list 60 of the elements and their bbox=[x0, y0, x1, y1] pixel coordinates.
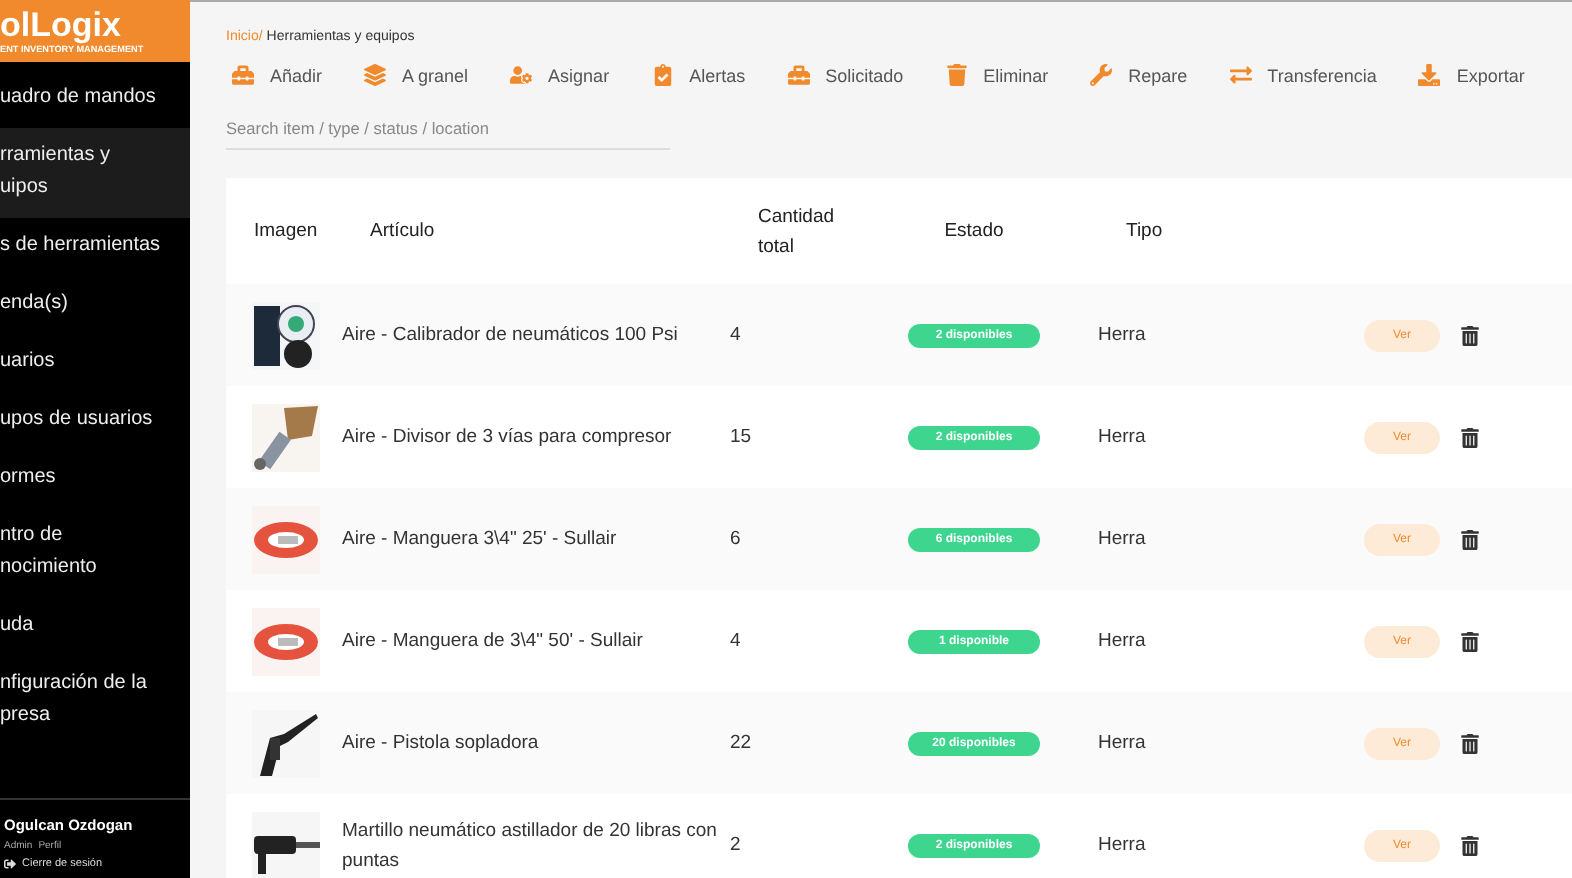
table-cell-text: Aire - Calibrador de neumáticos 100 Psi bbox=[342, 322, 680, 350]
table-cell-text: 15 bbox=[730, 424, 754, 452]
toolbar-button[interactable]: Alertas bbox=[651, 64, 746, 86]
sidebar-item[interactable]: rramientas y uipos bbox=[0, 128, 190, 218]
sidebar-item[interactable]: s de herramientas bbox=[0, 218, 190, 276]
sidebar-item[interactable]: enda(s) bbox=[0, 276, 190, 334]
trash-icon[interactable] bbox=[1460, 631, 1480, 651]
table-cell-text: 2 bbox=[730, 832, 743, 860]
layers-icon bbox=[364, 64, 387, 86]
logout-icon bbox=[4, 858, 16, 870]
column-header: Imagen bbox=[252, 218, 320, 246]
toolbar-button[interactable]: Añadir bbox=[232, 64, 323, 86]
table-cell-text: Aire - Divisor de 3 vías para compresor bbox=[342, 424, 674, 452]
user-gear-icon bbox=[510, 64, 533, 86]
sidebar-item[interactable]: nfiguración de la presa bbox=[0, 656, 190, 746]
download-icon bbox=[1418, 64, 1441, 86]
toolbar-button[interactable]: Solicitado bbox=[787, 64, 904, 86]
sidebar-item[interactable]: ntro de nocimiento bbox=[0, 508, 190, 598]
toolbar-button[interactable]: Eliminar bbox=[945, 64, 1049, 86]
clipboard-icon bbox=[651, 64, 674, 86]
table-cell-text: Aire - Pistola sopladora bbox=[342, 730, 541, 758]
wrench-icon bbox=[1090, 64, 1113, 86]
trash-icon[interactable] bbox=[1460, 325, 1480, 345]
toolbox-icon bbox=[232, 64, 254, 86]
table-cell-text: Herra bbox=[1098, 730, 1148, 758]
toolbar-button[interactable]: Repare bbox=[1090, 64, 1188, 86]
table-cell-text: Herra bbox=[1098, 424, 1148, 452]
trash-icon[interactable] bbox=[1460, 529, 1480, 549]
table-cell-text: Herra bbox=[1098, 526, 1148, 554]
arrows-icon bbox=[1229, 64, 1252, 86]
table-cell-text: Herra bbox=[1098, 832, 1148, 860]
table-cell-text: Herra bbox=[1098, 322, 1148, 350]
column-header: Tipo bbox=[1124, 218, 1165, 246]
column-header: Cantidad total bbox=[756, 203, 837, 261]
toolbar-button[interactable]: A granel bbox=[364, 64, 469, 86]
trash-icon[interactable] bbox=[1460, 733, 1480, 753]
table-cell-text: Martillo neumático astillador de 20 libras con puntas bbox=[342, 817, 719, 875]
table-cell-text: Herra bbox=[1098, 628, 1148, 656]
search-field[interactable]: Search item / type / status / location bbox=[226, 110, 670, 150]
column-header: Artículo bbox=[368, 218, 437, 246]
sidebar-item[interactable]: uadro de mandos bbox=[0, 70, 190, 128]
trash-icon[interactable] bbox=[1460, 835, 1480, 855]
brand-logo: olLogix bbox=[0, 8, 123, 44]
toolbar-button[interactable]: Exportar bbox=[1418, 64, 1525, 86]
toolbar-button[interactable]: Transferencia bbox=[1229, 64, 1377, 86]
sidebar-item[interactable]: uarios bbox=[0, 334, 190, 392]
table-cell-text: Aire - Manguera 3\4" 25' - Sullair bbox=[342, 526, 619, 554]
sidebar-item[interactable]: uda bbox=[0, 598, 190, 656]
column-header: Estado bbox=[942, 218, 1006, 246]
toolbar-button[interactable]: Asignar bbox=[510, 64, 610, 86]
table-cell-text: 6 bbox=[730, 526, 743, 554]
sidebar-item[interactable]: upos de usuarios bbox=[0, 392, 190, 450]
trash-icon bbox=[945, 64, 968, 86]
table-cell-text: 4 bbox=[730, 628, 743, 656]
toolbox-icon bbox=[787, 64, 810, 86]
table-cell-text: 22 bbox=[730, 730, 754, 758]
table-cell-text: Aire - Manguera de 3\4" 50' - Sullair bbox=[342, 628, 645, 656]
sidebar-item[interactable]: ormes bbox=[0, 450, 190, 508]
trash-icon[interactable] bbox=[1460, 427, 1480, 447]
table-cell-text: 4 bbox=[730, 322, 743, 350]
